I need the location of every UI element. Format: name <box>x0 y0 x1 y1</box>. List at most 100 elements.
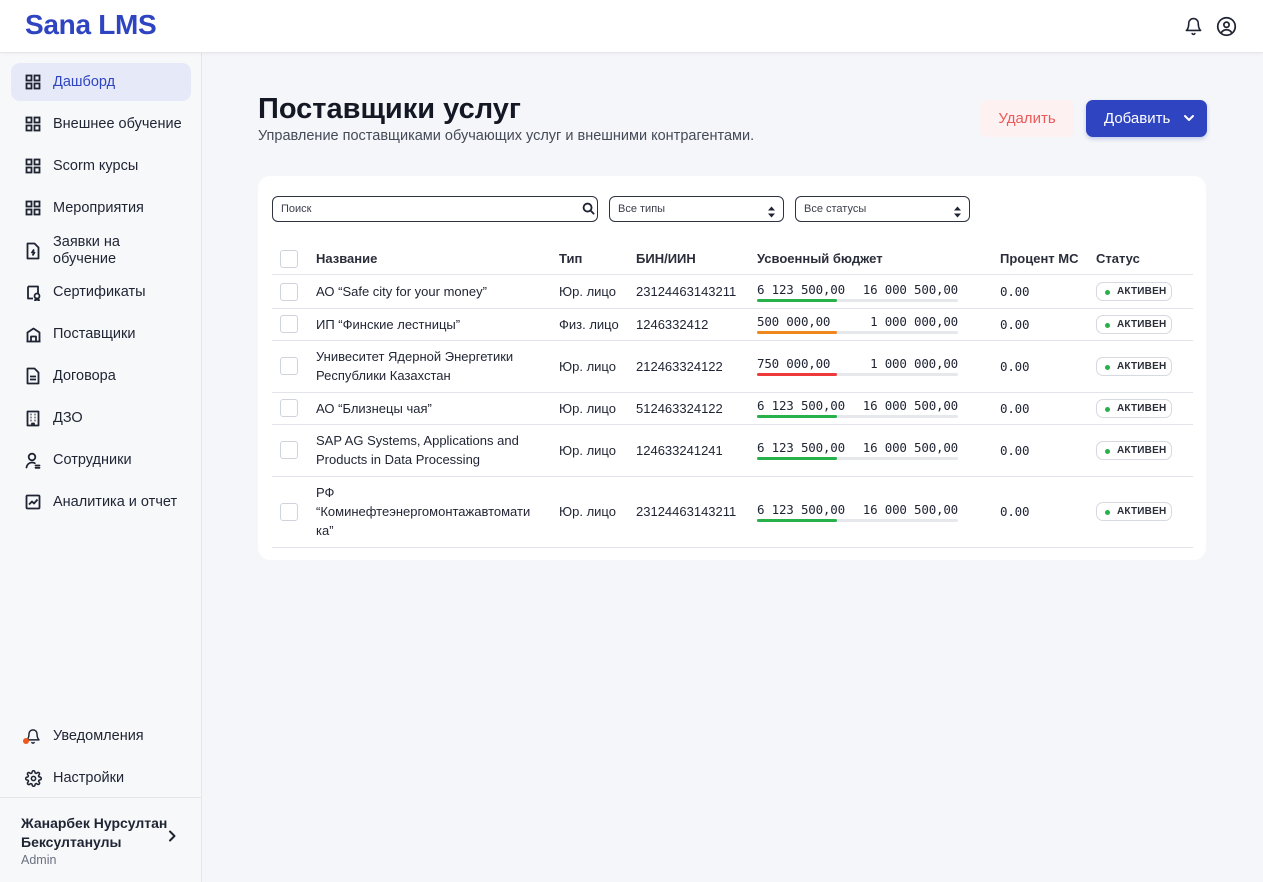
row-divider <box>272 476 1193 477</box>
status-dot <box>1105 322 1110 328</box>
budget-spent: 6 123 500,00 <box>757 398 845 413</box>
search-icon[interactable] <box>582 202 596 216</box>
status-select-value: Все статусы <box>804 203 867 215</box>
budget-progress-fill <box>757 457 838 460</box>
select-all-checkbox[interactable] <box>280 250 298 268</box>
add-button[interactable]: Добавить <box>1086 100 1207 137</box>
budget-total: 1 000 000,00 <box>870 314 958 329</box>
status-badge-label: АКТИВЕН <box>1117 402 1167 414</box>
column-header-bin[interactable]: БИН/ИИН <box>636 251 696 266</box>
provider-type: Юр. лицо <box>559 400 616 416</box>
sidebar-item-external-learning[interactable]: Внешнее обучение <box>11 105 191 143</box>
sidebar-item-providers[interactable]: Поставщики <box>11 315 191 353</box>
row-divider <box>272 308 1193 309</box>
budget-spent: 500 000,00 <box>757 314 831 329</box>
sidebar-item-training-requests[interactable]: Заявки на обучение <box>11 231 191 271</box>
status-badge-label: АКТИВЕН <box>1117 318 1167 330</box>
status-dot <box>1105 448 1110 454</box>
user-name: Жанарбек Нурсултан Бексултанулы <box>21 815 168 850</box>
app-logo[interactable]: Sana LMS <box>25 9 157 41</box>
row-checkbox[interactable] <box>280 282 298 301</box>
gear-icon <box>24 769 42 787</box>
budget-progress <box>757 331 958 334</box>
column-header-status[interactable]: Статус <box>1096 251 1140 266</box>
percent-ms: 0.00 <box>1000 316 1030 332</box>
search-field[interactable] <box>272 196 598 222</box>
sidebar-item-dzo[interactable]: ДЗО <box>11 399 191 437</box>
building-icon <box>24 325 42 343</box>
status-dot <box>1105 290 1110 295</box>
provider-bin: 512463324122 <box>636 400 723 416</box>
sidebar-item-certificates[interactable]: Сертификаты <box>11 273 191 311</box>
budget-spent: 750 000,00 <box>757 356 831 371</box>
provider-name: АО “Близнецы чая” <box>316 400 432 416</box>
provider-type: Юр. лицо <box>559 504 616 519</box>
budget-total: 16 000 500,00 <box>862 281 958 297</box>
budget-progress-fill <box>757 518 838 522</box>
chevron-right-icon[interactable] <box>165 829 181 845</box>
person-icon <box>24 451 42 469</box>
grid-icon <box>24 115 42 133</box>
row-checkbox[interactable] <box>280 315 298 333</box>
status-badge: АКТИВЕН <box>1096 314 1172 334</box>
row-divider <box>272 392 1193 393</box>
column-header-name[interactable]: Название <box>316 251 377 266</box>
bell-icon <box>23 727 42 745</box>
sidebar-item-label: Сертификаты <box>53 283 146 300</box>
user-profile[interactable]: Жанарбек Нурсултан Бексултанулы Admin <box>0 797 202 882</box>
sort-arrows-icon <box>767 203 777 218</box>
provider-bin: 1246332412 <box>636 316 709 332</box>
sidebar-item-settings[interactable]: Настройки <box>11 759 191 797</box>
sidebar-item-notifications[interactable]: Уведомления <box>11 717 191 755</box>
page-subtitle: Управление поставщиками обучающих услуг … <box>258 128 755 144</box>
user-circle-icon[interactable] <box>1215 15 1237 37</box>
search-input[interactable] <box>273 197 573 221</box>
provider-name: SAP AG Systems, Applications and Product… <box>316 433 519 467</box>
chart-icon <box>24 493 42 511</box>
notification-dot <box>23 738 29 744</box>
row-checkbox[interactable] <box>280 441 298 459</box>
provider-bin: 23124463143211 <box>636 284 737 299</box>
row-checkbox[interactable] <box>280 357 298 375</box>
column-header-budget[interactable]: Усвоенный бюджет <box>757 251 883 266</box>
chevron-down-icon <box>1182 111 1196 125</box>
percent-ms: 0.00 <box>1000 358 1030 374</box>
sidebar-item-contracts[interactable]: Договора <box>11 357 191 395</box>
status-badge-label: АКТИВЕН <box>1117 444 1167 456</box>
delete-button[interactable]: Удалить <box>980 100 1074 137</box>
type-select[interactable]: Все типы <box>609 196 784 222</box>
sidebar-item-label: Аналитика и отчет <box>53 493 178 510</box>
status-badge: АКТИВЕН <box>1096 282 1172 301</box>
row-checkbox[interactable] <box>280 502 298 521</box>
percent-ms: 0.00 <box>1000 442 1030 458</box>
provider-bin: 124633241241 <box>636 442 723 458</box>
provider-type: Юр. лицо <box>559 358 616 374</box>
row-divider <box>272 340 1193 341</box>
sidebar-item-label: Договора <box>53 367 116 384</box>
office-icon <box>24 409 42 427</box>
status-select[interactable]: Все статусы <box>795 196 970 222</box>
status-badge: АКТИВЕН <box>1096 398 1172 418</box>
sidebar-item-label: Мероприятия <box>53 199 144 216</box>
row-divider <box>272 547 1193 548</box>
sidebar-item-dashboard[interactable]: Дашборд <box>11 63 191 101</box>
sidebar-item-employees[interactable]: Сотрудники <box>11 441 191 479</box>
provider-name: ИП “Финские лестницы” <box>316 316 461 332</box>
row-checkbox[interactable] <box>280 399 298 417</box>
provider-bin: 212463324122 <box>636 358 723 374</box>
type-select-value: Все типы <box>618 203 666 215</box>
provider-type: Юр. лицо <box>559 442 616 458</box>
grid-icon <box>24 157 42 175</box>
sidebar-item-label: Scorm курсы <box>53 157 139 174</box>
sidebar-item-scorm[interactable]: Scorm курсы <box>11 147 191 185</box>
budget-progress <box>757 415 958 418</box>
sidebar-item-events[interactable]: Мероприятия <box>11 189 191 227</box>
bell-icon[interactable] <box>1182 15 1204 37</box>
budget-spent: 6 123 500,00 <box>757 501 845 517</box>
user-role: Admin <box>21 853 57 867</box>
provider-name: Унивеситет Ядерной Энергетики Республики… <box>316 349 514 383</box>
column-header-type[interactable]: Тип <box>559 251 582 266</box>
sidebar-item-analytics[interactable]: Аналитика и отчет <box>11 483 191 521</box>
column-header-percent[interactable]: Процент МС <box>1000 251 1079 266</box>
sidebar: Дашборд Внешнее обучение Scorm курсы Мер… <box>0 53 202 882</box>
